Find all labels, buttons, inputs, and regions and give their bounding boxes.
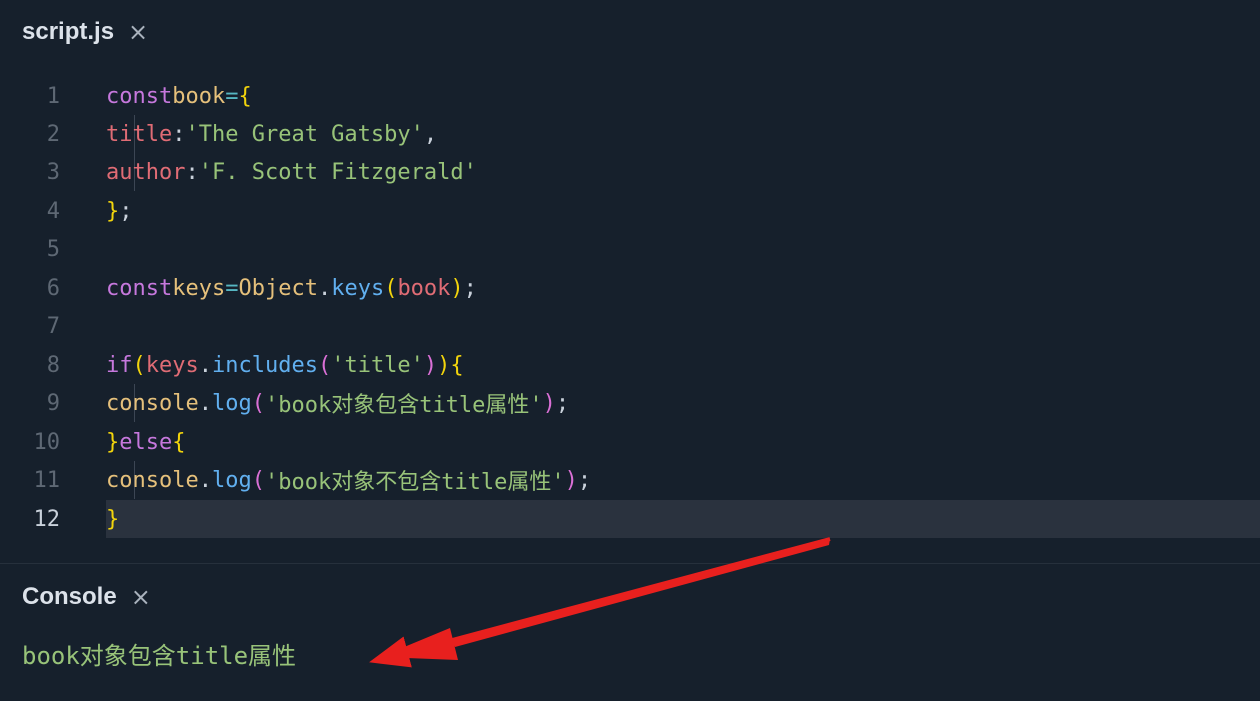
arrow-shaft bbox=[451, 539, 830, 647]
arrow-head bbox=[380, 628, 458, 660]
red-arrow-annotation bbox=[369, 537, 831, 668]
